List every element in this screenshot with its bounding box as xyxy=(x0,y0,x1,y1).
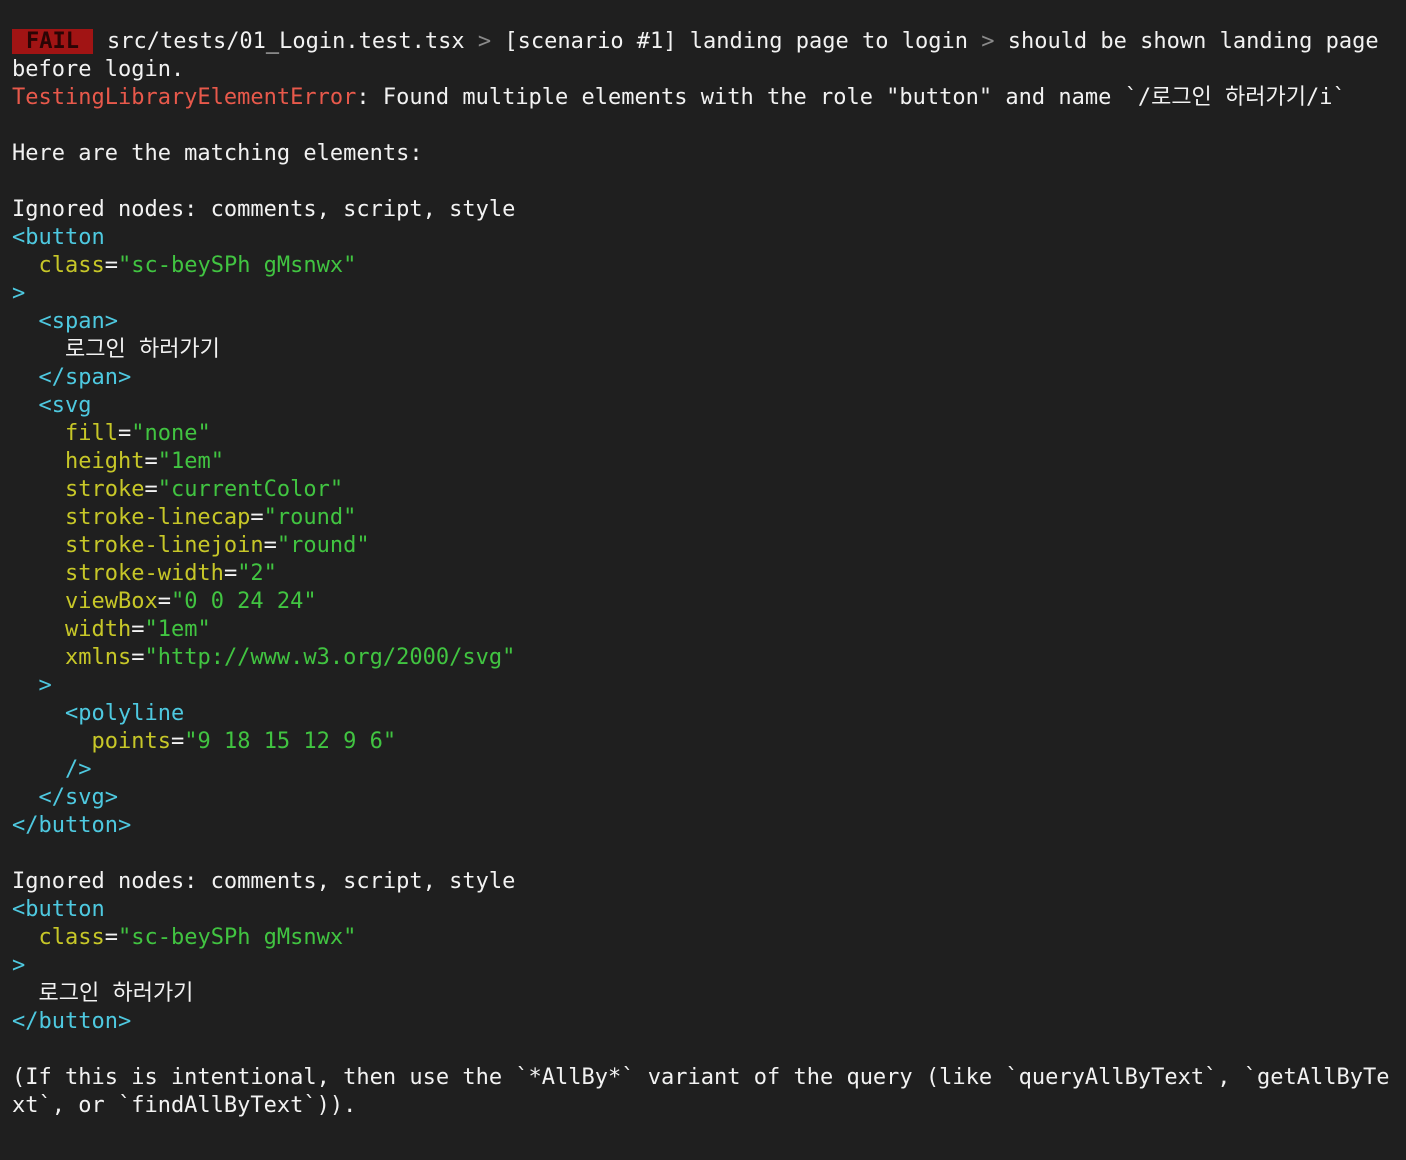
button-text: 로그인 하러가기 xyxy=(38,981,194,1006)
class-attribute: class="sc-beySPh gMsnwx" xyxy=(38,925,357,950)
svg-open-tag: <svg xyxy=(38,393,92,418)
separator: > xyxy=(981,29,995,54)
svg-attr: xmlns="http://www.w3.org/2000/svg" xyxy=(64,645,516,670)
button-close-tag: </button> xyxy=(12,1009,132,1034)
svg-attr: stroke-width="2" xyxy=(64,561,277,586)
button-close-tag: </button> xyxy=(12,813,132,838)
svg-attr: height="1em" xyxy=(64,449,224,474)
terminal-output: FAIL src/tests/01_Login.test.tsx > [scena… xyxy=(12,28,1396,1120)
polyline-open-tag: <polyline xyxy=(64,701,185,726)
close-bracket: > xyxy=(12,281,26,306)
span-open-tag: <span> xyxy=(38,309,118,334)
intro-text: Here are the matching elements: xyxy=(12,141,423,166)
error-type: TestingLibraryElementError xyxy=(12,85,357,110)
svg-attr: stroke-linecap="round" xyxy=(64,505,357,530)
error-message: : Found multiple elements with the role … xyxy=(356,85,1346,110)
polyline-attr: points="9 18 15 12 9 6" xyxy=(91,729,397,754)
svg-attr: width="1em" xyxy=(64,617,211,642)
span-close-tag: </span> xyxy=(38,365,132,390)
class-attribute: class="sc-beySPh gMsnwx" xyxy=(38,253,357,278)
ignored-nodes-text: Ignored nodes: comments, script, style xyxy=(12,869,516,894)
footer-hint: (If this is intentional, then use the `*… xyxy=(12,1065,1390,1118)
svg-attr: stroke="currentColor" xyxy=(64,477,344,502)
ignored-nodes-text: Ignored nodes: comments, script, style xyxy=(12,197,516,222)
svg-attr: stroke-linejoin="round" xyxy=(64,533,370,558)
button-open-tag: <button xyxy=(12,897,105,922)
separator: > xyxy=(477,29,492,54)
error-line: TestingLibraryElementError: Found multip… xyxy=(12,84,1396,112)
svg-close-tag: </svg> xyxy=(38,785,118,810)
test-file-path: src/tests/01_Login.test.tsx xyxy=(106,29,465,54)
fail-badge: FAIL xyxy=(12,29,93,54)
svg-close-bracket: > xyxy=(38,673,52,698)
scenario-name: [scenario #1] landing page to login xyxy=(504,29,968,54)
svg-attr: fill="none" xyxy=(64,421,211,446)
close-bracket: > xyxy=(12,953,26,978)
svg-attr: viewBox="0 0 24 24" xyxy=(64,589,317,614)
button-open-tag: <button xyxy=(12,225,105,250)
test-header: FAIL src/tests/01_Login.test.tsx > [scena… xyxy=(12,28,1396,84)
polyline-close: /> xyxy=(64,757,92,782)
span-text: 로그인 하러가기 xyxy=(64,337,220,362)
